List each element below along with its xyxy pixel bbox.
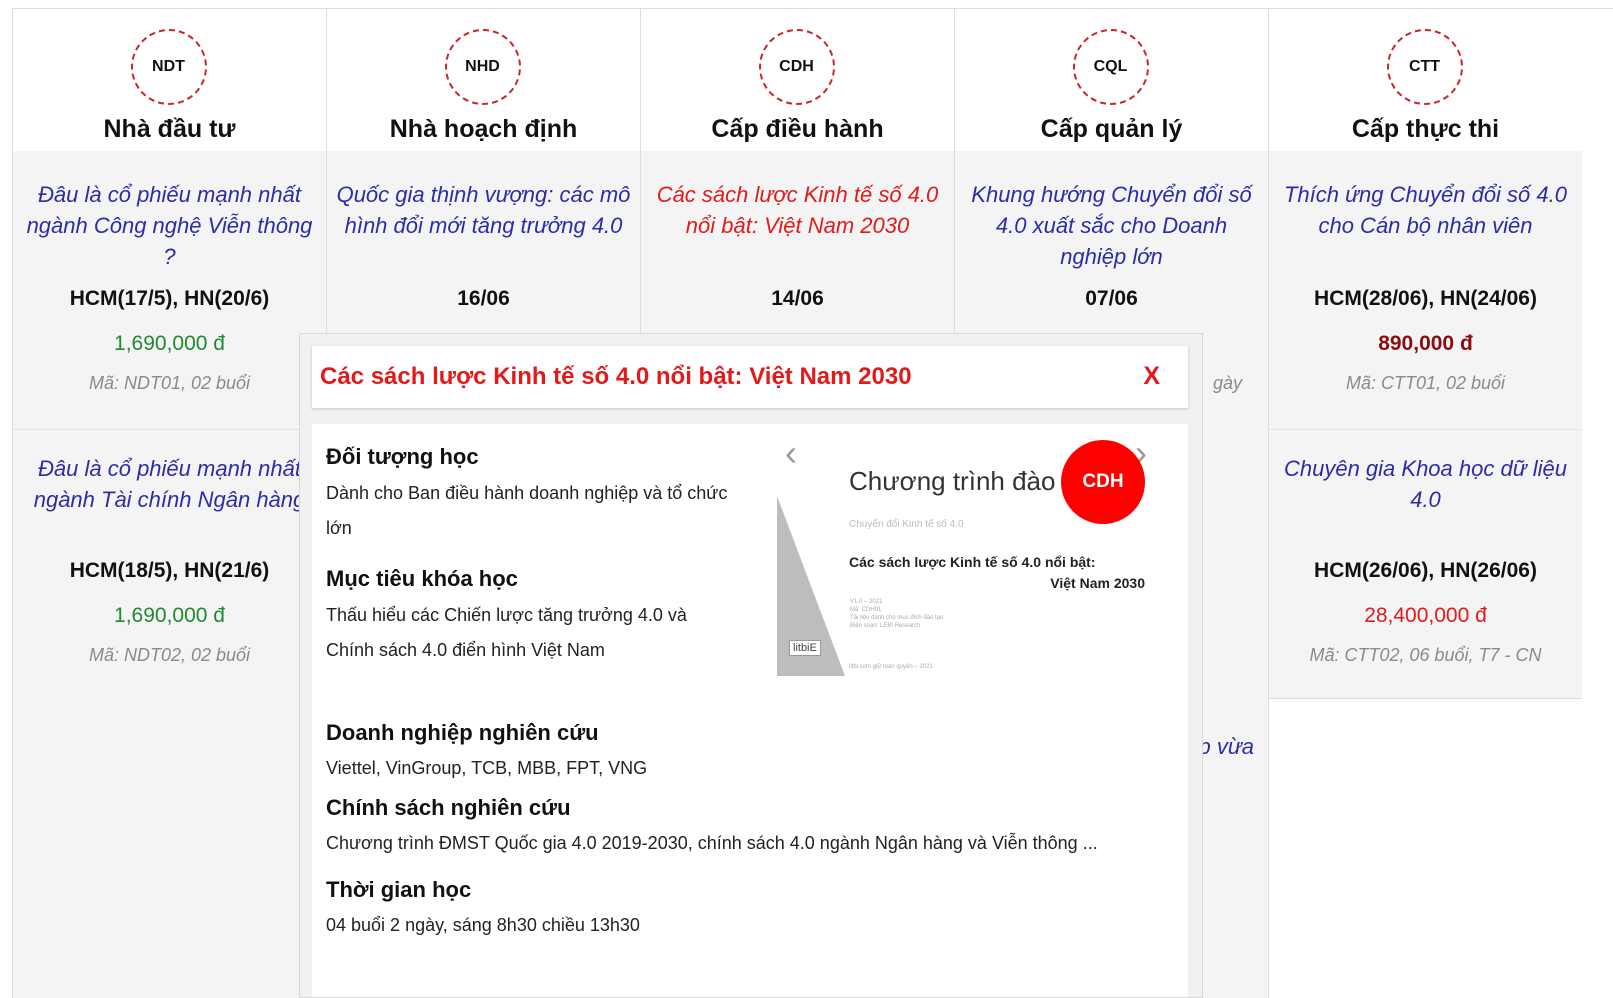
cut-off-heading xyxy=(326,980,546,997)
brochure-slider[interactable]: ‹ › litbiE Chương trình đào tạo Chuyển đ… xyxy=(749,424,1169,696)
course-code-partial: gày xyxy=(1212,373,1242,393)
close-button[interactable]: X xyxy=(1143,362,1160,391)
column-header: CQL Cấp quản lý xyxy=(955,9,1268,151)
course-date: HCM(17/5), HN(20/6) xyxy=(69,287,270,310)
course-code: Mã: NDT01, 02 buổi xyxy=(88,373,251,393)
level-badge: NHD xyxy=(444,29,521,105)
audience-heading: Đối tượng học xyxy=(326,444,479,469)
level-badge: NDT xyxy=(130,29,207,105)
course-card[interactable]: Các sách lược Kinh tế số 4.0 nổi bật: Vi… xyxy=(641,179,954,241)
brochure-course-title: Các sách lược Kinh tế số 4.0 nổi bật: Vi… xyxy=(849,552,1145,594)
level-badge: CQL xyxy=(1072,29,1149,105)
policy-text: Chương trình ĐMST Quốc gia 4.0 2019-2030… xyxy=(326,833,1098,853)
course-date: 14/06 xyxy=(771,287,824,310)
column-body: Đâu là cổ phiếu mạnh nhất ngành Công ngh… xyxy=(13,151,326,998)
goal-text: Thấu hiểu các Chiến lược tăng trưởng 4.0… xyxy=(326,605,687,660)
course-title-active[interactable]: Các sách lược Kinh tế số 4.0 nổi bật: Vi… xyxy=(641,179,954,241)
brand-logo: litbiE xyxy=(789,640,821,656)
course-code: Mã: NDT02, 02 buổi xyxy=(88,645,251,665)
column-header: CTT Cấp thực thi xyxy=(1269,9,1582,151)
course-card[interactable]: Thích ứng Chuyển đổi số 4.0 cho Cán bộ n… xyxy=(1269,179,1582,241)
course-title[interactable]: Quốc gia thịnh vượng: các mô hình đổi mớ… xyxy=(327,179,640,241)
column-title: Cấp thực thi xyxy=(1351,115,1500,143)
modal-title: Các sách lược Kinh tế số 4.0 nổi bật: Vi… xyxy=(320,363,912,390)
course-code: Mã: CTT02, 06 buổi, T7 - CN xyxy=(1309,645,1542,665)
course-title[interactable]: Đâu là cổ phiếu mạnh nhất ngành Tài chín… xyxy=(13,453,326,515)
column-divider xyxy=(1269,698,1582,699)
meta-line: Tài liệu dành cho mục đích đào tạo xyxy=(850,615,944,621)
course-price: 1,690,000 đ xyxy=(114,332,225,355)
brochure-course-line2: Việt Nam 2030 xyxy=(1050,575,1145,591)
meta-line: Mã: CDH01 xyxy=(850,607,882,613)
level-badge: CTT xyxy=(1386,29,1463,105)
course-price: 890,000 đ xyxy=(1378,332,1473,355)
course-date: 07/06 xyxy=(1085,287,1138,310)
goal-heading: Mục tiêu khóa học xyxy=(326,566,518,591)
cdh-badge: CDH xyxy=(1061,440,1145,524)
course-card[interactable]: Đâu là cổ phiếu mạnh nhất ngành Công ngh… xyxy=(13,179,326,272)
cut-off-fill xyxy=(326,980,536,997)
column-body: Thích ứng Chuyển đổi số 4.0 cho Cán bộ n… xyxy=(1269,151,1582,698)
card-divider xyxy=(1269,429,1582,430)
modal-header: Các sách lược Kinh tế số 4.0 nổi bật: Vi… xyxy=(312,346,1188,408)
audience-text: Dành cho Ban điều hành doanh nghiệp và t… xyxy=(326,483,728,538)
brochure-image: litbiE Chương trình đào tạo Chuyển đổi K… xyxy=(777,466,1151,686)
policy-heading: Chính sách nghiên cứu xyxy=(326,795,571,820)
course-detail-modal: Các sách lược Kinh tế số 4.0 nổi bật: Vi… xyxy=(300,334,1202,997)
column-header: NHD Nhà hoạch định xyxy=(327,9,640,151)
course-title[interactable]: Đâu là cổ phiếu mạnh nhất ngành Công ngh… xyxy=(13,179,326,272)
brochure-footer: litbi.com giữ toàn quyền – 2021 xyxy=(849,664,933,670)
course-code: Mã: CTT01, 02 buổi xyxy=(1345,373,1506,393)
meta-line: V1.0 – 2021 xyxy=(850,599,883,605)
course-card[interactable]: Đâu là cổ phiếu mạnh nhất ngành Tài chín… xyxy=(13,453,326,515)
modal-body: Đối tượng học Dành cho Ban điều hành doa… xyxy=(312,424,1188,997)
column-title: Cấp quản lý xyxy=(1040,115,1183,143)
meta-line: Biên soạn: LEBI Research xyxy=(850,623,921,629)
course-price: 28,400,000 đ xyxy=(1364,604,1487,627)
column-ctt: CTT Cấp thực thi Thích ứng Chuyển đổi số… xyxy=(1269,9,1613,998)
column-header: CDH Cấp điều hành xyxy=(641,9,954,151)
course-card[interactable]: Khung hướng Chuyển đổi số 4.0 xuất sắc c… xyxy=(955,179,1268,272)
course-title[interactable]: Khung hướng Chuyển đổi số 4.0 xuất sắc c… xyxy=(955,179,1268,272)
column-title: Cấp điều hành xyxy=(711,115,884,143)
column-header: NDT Nhà đầu tư xyxy=(13,9,326,151)
course-card[interactable]: Quốc gia thịnh vượng: các mô hình đổi mớ… xyxy=(327,179,640,241)
card-divider xyxy=(13,429,326,430)
level-badge: CDH xyxy=(758,29,835,105)
brochure-meta: V1.0 – 2021 Mã: CDH01 Tài liệu dành cho … xyxy=(850,598,943,630)
course-date: 16/06 xyxy=(457,287,510,310)
business-text: Viettel, VinGroup, TCB, MBB, FPT, VNG xyxy=(326,758,648,778)
course-price: 1,690,000 đ xyxy=(114,604,225,627)
brochure-course-line1: Các sách lược Kinh tế số 4.0 nổi bật: xyxy=(849,554,1096,570)
course-card[interactable]: Chuyên gia Khoa học dữ liệu 4.0 xyxy=(1269,453,1582,515)
column-ndt: NDT Nhà đầu tư Đâu là cổ phiếu mạnh nhất… xyxy=(13,9,327,998)
course-date: HCM(28/06), HN(24/06) xyxy=(1314,287,1537,310)
course-date: HCM(18/5), HN(21/6) xyxy=(69,559,270,582)
column-title: Nhà hoạch định xyxy=(389,115,578,143)
column-title: Nhà đầu tư xyxy=(103,115,236,143)
time-text: 04 buổi 2 ngày, sáng 8h30 chiều 13h30 xyxy=(326,915,640,935)
course-title[interactable]: Thích ứng Chuyển đổi số 4.0 cho Cán bộ n… xyxy=(1269,179,1582,241)
time-heading: Thời gian học xyxy=(326,877,472,902)
course-date: HCM(26/06), HN(26/06) xyxy=(1314,559,1537,582)
brochure-subtitle: Chuyển đổi Kinh tế số 4.0 xyxy=(849,519,964,530)
prev-arrow-icon[interactable]: ‹ xyxy=(785,432,797,474)
business-heading: Doanh nghiệp nghiên cứu xyxy=(326,720,599,745)
course-title[interactable]: Chuyên gia Khoa học dữ liệu 4.0 xyxy=(1269,453,1582,515)
